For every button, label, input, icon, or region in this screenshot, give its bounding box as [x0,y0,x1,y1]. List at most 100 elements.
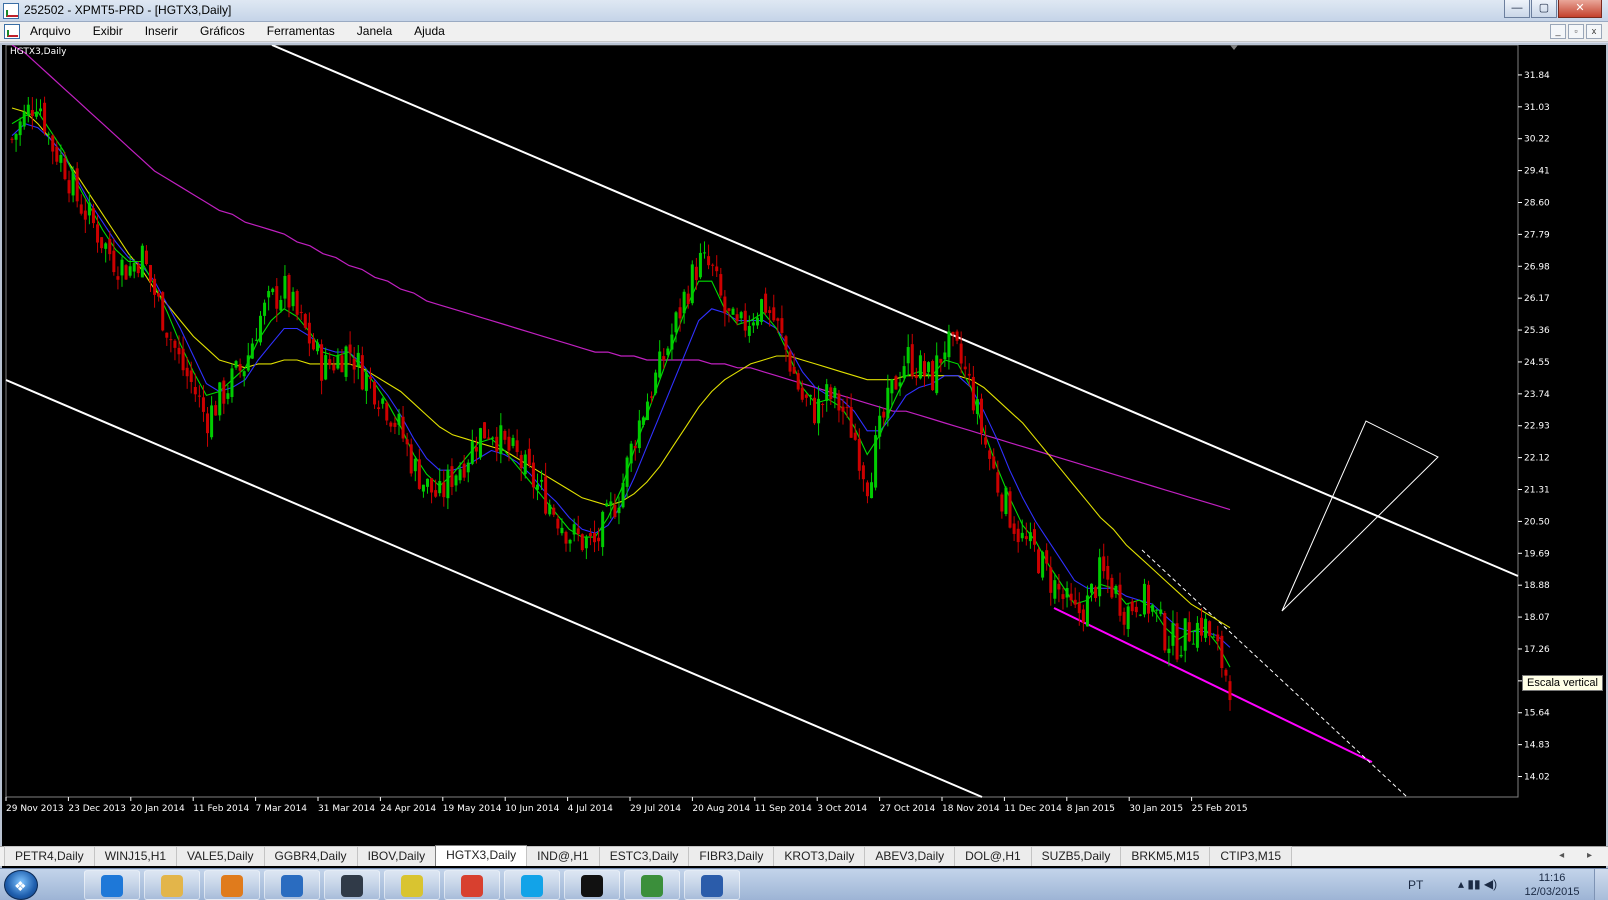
candle-body [267,291,271,298]
show-desktop-button[interactable] [1594,869,1608,900]
menu-janela[interactable]: Janela [357,24,392,38]
language-indicator[interactable]: PT [1408,878,1423,892]
candle-body [348,344,352,353]
candle-body [992,456,996,469]
candle-body [291,291,295,307]
tab-ind[interactable]: IND@,H1 [526,846,600,866]
menu-inserir[interactable]: Inserir [145,24,178,38]
chart-restore-button[interactable]: ▫ [1568,24,1584,39]
candle-body [307,322,311,344]
candle-body [450,466,454,487]
chrome-taskbar-button[interactable] [444,870,500,900]
menu-ajuda[interactable]: Ajuda [414,24,445,38]
tab-dol[interactable]: DOL@,H1 [954,846,1032,866]
candle-body [120,259,124,276]
date-tick-label: 18 Nov 2014 [942,804,1000,814]
close-button[interactable]: ✕ [1558,0,1602,18]
tab-petr4[interactable]: PETR4,Daily [4,846,95,866]
metatrader-icon [641,875,663,897]
maximize-button[interactable]: ▢ [1531,0,1557,18]
candle-body [226,393,230,399]
start-button[interactable]: ❖ [4,870,38,900]
tab-suzb5[interactable]: SUZB5,Daily [1030,846,1122,866]
date-tick-label: 8 Jan 2015 [1067,804,1115,814]
candle-body [755,317,759,326]
clock-date: 12/03/2015 [1524,886,1580,898]
arrow-app-taskbar-button[interactable] [264,870,320,900]
candle-body [434,490,438,497]
network-volume-icons[interactable]: ▴ ▮▮ ◀) [1458,877,1497,891]
skype-taskbar-button[interactable] [504,870,560,900]
candle-body [324,355,328,380]
menu-arquivo[interactable]: Arquivo [30,24,71,38]
menu-graficos[interactable]: Gráficos [200,24,245,38]
candle-body [393,422,397,427]
tab-brkm5[interactable]: BRKM5,M15 [1120,846,1211,866]
cash-app-taskbar-button[interactable] [384,870,440,900]
candle-body [1155,609,1159,611]
chart-document-icon[interactable] [4,24,20,39]
candle-body [161,292,165,331]
candle-body [18,121,22,136]
tab-ggbr4[interactable]: GGBR4,Daily [263,846,358,866]
candle-body [426,478,430,487]
date-tick-label: 11 Feb 2014 [193,804,249,814]
candle-body [593,533,597,543]
candle-body [83,210,87,220]
word-taskbar-button[interactable] [684,870,740,900]
chart-window[interactable]: 31.84 31.03 30.22 29.41 28.60 27.79 26.98 26.17… [0,43,1608,875]
candle-body [1065,587,1069,598]
candle-body [931,360,935,391]
media-player-taskbar-button[interactable] [204,870,260,900]
price-tick-label: 29.41 [1524,167,1550,177]
xp-taskbar-button[interactable] [564,870,620,900]
candle-body [1053,580,1057,599]
candle-body [629,443,633,464]
chart-minimize-button[interactable]: _ [1550,24,1566,39]
folder-taskbar-button[interactable] [144,870,200,900]
tab-vale5[interactable]: VALE5,Daily [176,846,265,866]
candle-body [588,533,592,537]
tab-hgtx3[interactable]: HGTX3,Daily [435,845,528,866]
candle-body [560,527,564,534]
metatrader-taskbar-button[interactable] [624,870,680,900]
ie-taskbar-button[interactable] [84,870,140,900]
hp-taskbar-button[interactable] [324,870,380,900]
metatrader-app-icon[interactable] [3,3,19,19]
candle-body [222,380,226,404]
candle-body [470,441,474,464]
tab-estc3[interactable]: ESTC3,Daily [598,846,690,866]
candle-body [230,368,234,398]
candle-body [478,428,482,458]
candle-body [487,437,491,439]
candle-body [792,366,796,374]
candle-body [311,339,315,350]
candle-body [1130,601,1134,612]
candle-body [580,534,584,551]
candle-body [707,256,711,266]
tab-fibr3[interactable]: FIBR3,Daily [688,846,775,866]
tab-ctip3[interactable]: CTIP3,M15 [1209,846,1293,866]
tab-scroll-arrows[interactable]: ◂ ▸ [1559,850,1602,861]
candle-body [613,504,617,518]
candle-body [503,431,507,440]
clock[interactable]: 11:16 12/03/2015 [1522,871,1582,899]
menu-ferramentas[interactable]: Ferramentas [267,24,335,38]
candle-body [527,448,531,465]
minimize-button[interactable]: — [1504,0,1530,18]
tab-winj15[interactable]: WINJ15,H1 [93,846,178,866]
cash-app-icon [401,875,423,897]
candle-body [927,362,931,373]
tab-krot3[interactable]: KROT3,Daily [773,846,866,866]
plot-area [5,45,1519,798]
price-chart[interactable]: 31.84 31.03 30.22 29.41 28.60 27.79 26.98 26.17… [2,45,1606,845]
candle-body [55,146,59,162]
candle-body [861,465,865,480]
candle-body [34,111,38,117]
tab-abev3[interactable]: ABEV3,Daily [864,846,956,866]
chart-close-button[interactable]: x [1586,24,1602,39]
tab-ibov[interactable]: IBOV,Daily [356,846,437,866]
candle-body [768,310,772,313]
candle-body [67,180,71,194]
menu-exibir[interactable]: Exibir [93,24,123,38]
